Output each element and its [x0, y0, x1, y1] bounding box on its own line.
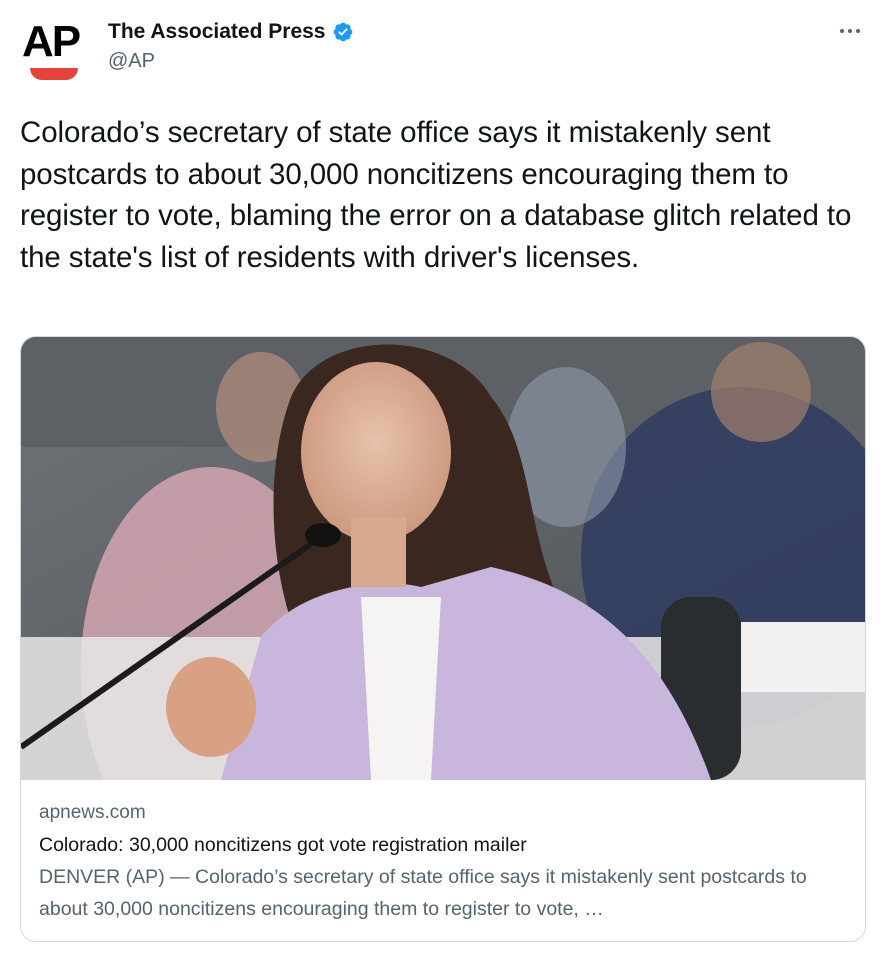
tweet-text: Colorado’s secretary of state office say… — [20, 116, 852, 274]
verified-badge-icon — [332, 21, 354, 43]
author-info: The Associated Press @AP — [108, 18, 354, 73]
card-photo — [21, 337, 865, 780]
ap-logo-underline — [30, 68, 78, 80]
card-meta: apnews.com Colorado: 30,000 noncitizens … — [39, 799, 847, 925]
author-name-row: The Associated Press — [108, 18, 354, 46]
tweet: AP The Associated Press @AP Colorado’s s… — [0, 0, 882, 958]
avatar[interactable]: AP — [20, 18, 84, 84]
link-card[interactable]: apnews.com Colorado: 30,000 noncitizens … — [20, 336, 866, 942]
card-domain: apnews.com — [39, 802, 146, 823]
more-options-icon[interactable] — [840, 24, 864, 38]
card-description: DENVER (AP) — Colorado’s secretary of st… — [39, 866, 807, 920]
card-title: Colorado: 30,000 noncitizens got vote re… — [39, 834, 527, 856]
author-handle[interactable]: @AP — [108, 50, 354, 73]
ap-logo-text: AP — [22, 17, 81, 66]
author-name[interactable]: The Associated Press — [108, 20, 326, 44]
